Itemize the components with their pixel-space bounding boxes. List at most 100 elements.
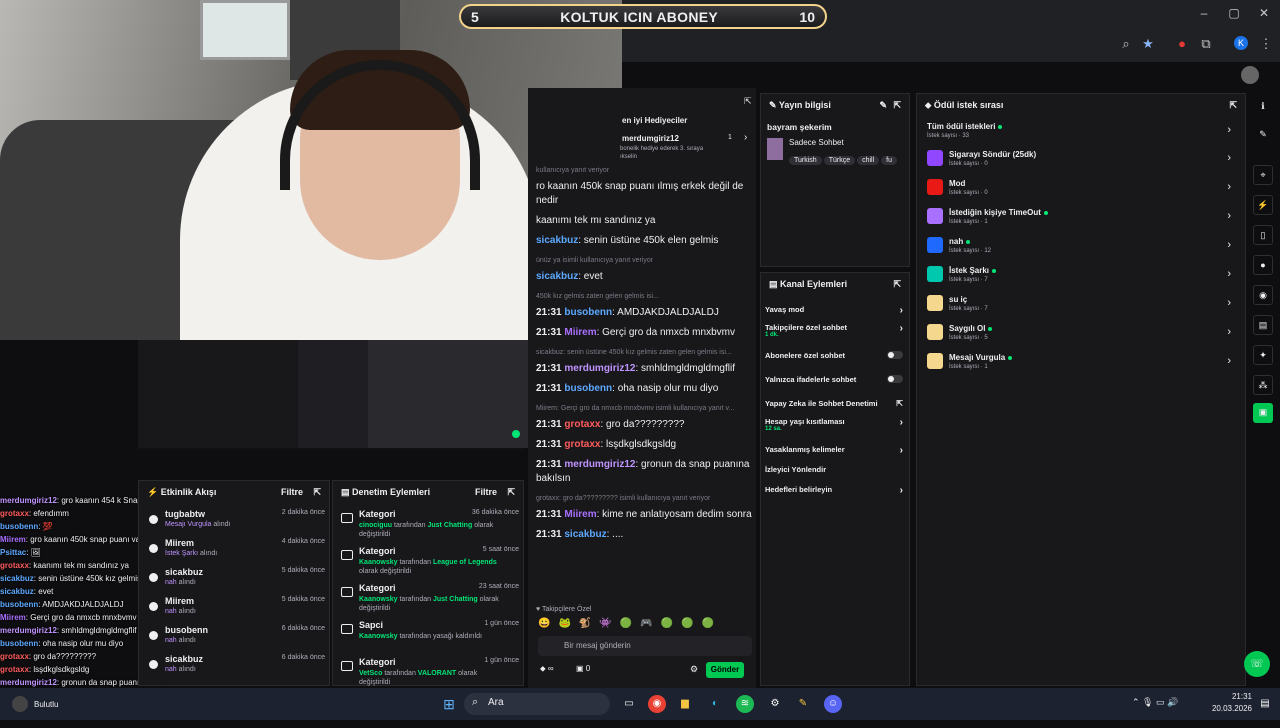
activity-item[interactable]: Miirem nah alındı 5 dakika önce (147, 596, 325, 624)
channel-action-item[interactable]: Hedefleri belirleyin › (765, 485, 907, 496)
chat-username[interactable]: sicakbuz (536, 235, 578, 246)
pencil-icon[interactable]: ✎ (1253, 125, 1273, 145)
document-icon[interactable]: ▯ (1253, 225, 1273, 245)
activity-item[interactable]: sicakbuz nah alındı 6 dakika önce (147, 654, 325, 682)
chevron-right-icon[interactable]: › (744, 132, 747, 143)
channel-action-item[interactable]: Yasaklanmış kelimeler › (765, 445, 907, 456)
channel-action-item[interactable]: Hesap yaşı kısıtlaması 12 sa. › (765, 417, 907, 432)
chat-username[interactable]: Miirem (564, 509, 596, 520)
nodes-icon[interactable]: ⁂ (1253, 375, 1273, 395)
extensions-puzzle-icon[interactable]: ⧉ (1198, 36, 1214, 52)
popout-icon[interactable]: ⇱ (1229, 100, 1237, 111)
send-button[interactable]: Gönder (706, 662, 744, 678)
overlay-chat-text: : gro da????????? (28, 652, 97, 661)
bookmark-star-icon[interactable]: ★ (1140, 36, 1156, 52)
chat-username[interactable]: sicakbuz (536, 271, 578, 282)
activity-filter-button[interactable]: Filtre (281, 487, 303, 497)
reward-item[interactable]: Mod İstek sayısı · 0 › (927, 179, 1237, 203)
channel-action-item[interactable]: Yavaş mod › (765, 305, 907, 316)
reward-item[interactable]: su iç İstek sayısı · 7 › (927, 295, 1237, 319)
reward-item[interactable]: Mesajı Vurgula İstek sayısı · 1 › (927, 353, 1237, 377)
chat-username[interactable]: busobenn (564, 307, 612, 318)
popout-icon[interactable]: ⇱ (507, 487, 515, 498)
activity-item[interactable]: sicakbuz nah alındı 5 dakika önce (147, 567, 325, 595)
target-icon[interactable]: ⌖ (1253, 165, 1273, 185)
chat-username[interactable]: merdumgiriz12 (564, 363, 635, 374)
folder-icon[interactable]: ▆ (676, 695, 694, 713)
mod-action-item[interactable]: Kategori VetSco tarafından VALORANT olara… (341, 657, 519, 691)
user-avatar[interactable] (1241, 66, 1259, 84)
edit-icon[interactable]: ✎ (879, 100, 887, 111)
weather-icon[interactable] (12, 696, 28, 712)
chrome-icon[interactable]: ◉ (648, 695, 666, 713)
chat-username[interactable]: busobenn (564, 383, 612, 394)
reward-item[interactable]: nah İstek sayısı · 12 › (927, 237, 1237, 261)
quick-action-button[interactable]: ☏ (1244, 651, 1270, 677)
lightning-icon[interactable]: ⚡ (1253, 195, 1273, 215)
chat-settings-icon[interactable]: ⚙ (690, 664, 698, 675)
edge-icon[interactable]: ◐ (706, 695, 724, 713)
profile-avatar[interactable]: K (1234, 36, 1248, 50)
reward-item[interactable]: Saygılı Ol İstek sayısı · 5 › (927, 324, 1237, 348)
popout-icon[interactable]: ⇱ (744, 96, 752, 107)
chat-username[interactable]: merdumgiriz12 (564, 459, 635, 470)
reward-item[interactable]: Sigarayı Söndür (25dk) İstek sayısı · 0 › (927, 150, 1237, 174)
menu-dots-icon[interactable]: ⋮ (1258, 36, 1274, 52)
mod-action-item[interactable]: Kategori cinociguu tarafından Just Chatti… (341, 509, 519, 543)
overlay-chat-user: Miirem (0, 535, 26, 544)
channel-action-item[interactable]: İzleyici Yönlendir (765, 465, 907, 474)
toggle-switch[interactable] (887, 351, 903, 359)
extension-icon[interactable]: ● (1174, 36, 1190, 52)
chat-bubble-icon[interactable]: ● (1253, 255, 1273, 275)
tray-icons[interactable]: ⌃ 🎙 ▭ 🔊 (1132, 697, 1178, 708)
taskview-icon[interactable]: ▭ (620, 695, 638, 713)
activity-item[interactable]: busobenn nah alındı 6 dakika önce (147, 625, 325, 653)
chat-input[interactable]: Bir mesaj gönderin (538, 636, 752, 656)
chat-username[interactable]: grotaxx (564, 439, 600, 450)
discord-icon[interactable]: ☺ (824, 695, 842, 713)
popout-icon[interactable]: ⇱ (893, 100, 901, 111)
channel-action-item[interactable]: Yalnızca ifadelerle sohbet (765, 375, 907, 384)
emote-row[interactable]: 😀🐸🐒👾🟢🎮🟢🟢🟢 (538, 618, 722, 629)
overlay-chat-user: grotaxx (0, 561, 29, 570)
taskbar-search[interactable]: Ara (464, 693, 610, 715)
reward-item[interactable]: İstediğin kişiye TimeOut İstek sayısı · 1… (927, 208, 1237, 232)
minimize-button[interactable]: – (1194, 6, 1214, 22)
toggle-switch[interactable] (887, 375, 903, 383)
notification-icon[interactable]: ▤ (1256, 695, 1274, 713)
chat-username[interactable]: sicakbuz (564, 529, 606, 540)
channel-action-item[interactable]: Abonelere özel sohbet (765, 351, 907, 360)
activity-user: Miirem (165, 596, 195, 606)
app-icon[interactable]: ✎ (794, 695, 812, 713)
bits-icon[interactable]: ⬥ ∞ (540, 664, 554, 674)
spotify-icon[interactable]: ≋ (736, 695, 754, 713)
mod-action-item[interactable]: Kategori Kaanowsky tarafından League of L… (341, 546, 519, 580)
broadcast-icon[interactable]: ◉ (1253, 285, 1273, 305)
popout-icon[interactable]: ⇱ (313, 487, 321, 498)
stream-tag[interactable]: Türkçe (823, 156, 856, 165)
activity-item[interactable]: Miirem İstek Şarkı alındı 4 dakika önce (147, 538, 325, 566)
channel-action-item[interactable]: Yapay Zeka ile Sohbet Denetimi ⇱ (765, 399, 907, 408)
channel-points[interactable]: ▣ 0 (576, 664, 590, 673)
stream-tag[interactable]: Turkish (789, 156, 822, 165)
channel-action-item[interactable]: Takipçilere özel sohbet 1 dk. › (765, 323, 907, 338)
wrench-icon[interactable]: ✦ (1253, 345, 1273, 365)
activity-item[interactable]: tugbabtw Mesajı Vurgula alındı 2 dakika ön… (147, 509, 325, 537)
reward-item[interactable]: İstek Şarkı İstek sayısı · 7 › (927, 266, 1237, 290)
mod-filter-button[interactable]: Filtre (475, 487, 497, 497)
mod-action-item[interactable]: Sapci Kaanowsky tarafından yasağı kaldırı… (341, 620, 519, 654)
mod-action-item[interactable]: Kategori Kaanowsky tarafından Just Chatti… (341, 583, 519, 617)
chat-username[interactable]: Miirem (564, 327, 596, 338)
stream-tag[interactable]: chill (857, 156, 880, 165)
popout-icon[interactable]: ⇱ (893, 279, 901, 290)
layout-icon[interactable]: ▤ (1253, 315, 1273, 335)
chat-username[interactable]: grotaxx (564, 419, 600, 430)
start-icon[interactable]: ⊞ (440, 695, 458, 713)
steam-icon[interactable]: ⚙ (766, 695, 784, 713)
close-window-button[interactable]: ✕ (1254, 6, 1274, 22)
info-icon[interactable]: ℹ (1253, 97, 1273, 117)
image-icon[interactable]: ▣ (1253, 403, 1273, 423)
zoom-icon[interactable]: ⌕ (1118, 36, 1134, 52)
stream-tag[interactable]: fu (881, 156, 898, 165)
maximize-button[interactable]: ▢ (1224, 6, 1244, 22)
